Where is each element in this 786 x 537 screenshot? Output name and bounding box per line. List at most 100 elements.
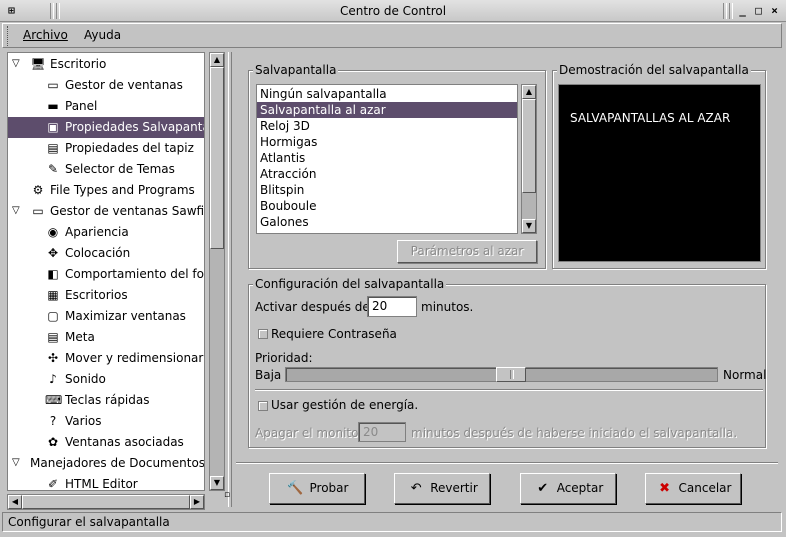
tree-item-12[interactable]: ▢ Maximizar ventanas — [8, 306, 204, 327]
title-bar[interactable]: ⊞ Centro de Control _ □ × — [0, 0, 786, 22]
tree-item-11[interactable]: ▦ Escritorios — [8, 285, 204, 306]
cancel-button[interactable]: ✖ Cancelar — [645, 473, 741, 504]
tree-item-15[interactable]: ♪ Sonido — [8, 369, 204, 390]
maximize-icon[interactable]: □ — [751, 3, 766, 18]
tree-item-16[interactable]: ⌨ Teclas rápidas — [8, 390, 204, 411]
screensaver-list-item[interactable]: Salvapantalla al azar — [257, 102, 517, 118]
ok-button-label: Aceptar — [556, 481, 604, 495]
move-resize-icon: ✣ — [47, 351, 59, 365]
screensaver-list-scrollbar[interactable]: ▲ ▼ — [521, 84, 537, 234]
pane-divider[interactable] — [228, 52, 232, 507]
tree-item-label: Varios — [65, 414, 102, 428]
tree-item-10[interactable]: ◧ Comportamiento del foco — [8, 264, 205, 285]
expander-icon[interactable]: ▽ — [12, 457, 20, 468]
tree-item-20[interactable]: ✐ HTML Editor — [8, 474, 204, 490]
screensaver-list-item[interactable]: Ningún salvapantalla — [257, 86, 517, 102]
screensaver-list-item[interactable]: Hormigas — [257, 134, 517, 150]
priority-low-label: Baja — [255, 368, 282, 382]
screensaver-list-scroll-thumb[interactable] — [522, 99, 536, 193]
wallpaper-icon: ▤ — [47, 141, 59, 155]
screensaver-list-item[interactable]: Galones — [257, 214, 517, 230]
tree-item-7[interactable]: ▽ ▭ Gestor de ventanas Sawfish — [8, 201, 204, 222]
screensaver-list-item[interactable]: Blitspin — [257, 182, 517, 198]
random-params-button[interactable]: Parámetros al azar — [397, 240, 537, 263]
require-password-checkbox[interactable] — [258, 329, 268, 339]
scroll-left-icon[interactable]: ◀ — [8, 495, 22, 509]
sawfish-icon: ▭ — [32, 204, 44, 218]
tree-item-0[interactable]: ▽ 🖥 Escritorio — [8, 54, 204, 75]
screensaver-list-item[interactable]: Atracción — [257, 166, 517, 182]
title-bar-groove — [729, 3, 733, 19]
activate-minutes-input[interactable]: 20 — [367, 296, 417, 317]
tree-item-label: File Types and Programs — [50, 183, 195, 197]
tree-item-label: Panel — [65, 99, 98, 113]
monitor-off-minutes-input[interactable]: 20 — [358, 422, 406, 442]
sidebar-horizontal-scrollbar[interactable]: ◀ ▶ — [7, 494, 205, 510]
window-manager-icon: ▭ — [47, 78, 59, 92]
tree-item-label: Ventanas asociadas — [65, 435, 184, 449]
ok-button[interactable]: ✔ Aceptar — [520, 473, 616, 504]
power-management-label[interactable]: Usar gestión de energía. — [271, 398, 418, 412]
sidebar-vertical-scrollbar[interactable]: ▲ ▼ — [209, 52, 225, 491]
test-button-label: Probar — [309, 481, 349, 495]
shortcuts-icon: ⌨ — [45, 393, 63, 407]
tree-item-13[interactable]: ▤ Meta — [8, 327, 204, 348]
tree-item-14[interactable]: ✣ Mover y redimensionar — [8, 348, 204, 369]
tree-item-3[interactable]: ▣ Propiedades Salvapantallas — [8, 117, 204, 138]
screensaver-list-item[interactable]: BSoD — [257, 230, 517, 233]
tree-item-6[interactable]: ⚙ File Types and Programs — [8, 180, 204, 201]
menu-archivo[interactable]: Archivo — [23, 28, 68, 42]
screensaver-list-item[interactable]: Atlantis — [257, 150, 517, 166]
priority-slider-thumb[interactable] — [496, 367, 526, 382]
screensaver-list[interactable]: Ningún salvapantalla Salvapantalla al aza… — [256, 84, 518, 234]
tree-item-18[interactable]: ✿ Ventanas asociadas — [8, 432, 204, 453]
minimize-icon[interactable]: _ — [735, 3, 750, 18]
appearance-icon: ◉ — [47, 225, 59, 239]
placement-icon: ✥ — [47, 246, 59, 260]
pane-resize-grip-icon[interactable]: ▫ — [224, 490, 234, 500]
tree-item-19[interactable]: ▽ Manejadores de Documentos — [8, 453, 204, 474]
tree-item-label: Colocación — [65, 246, 131, 260]
tree-item-8[interactable]: ◉ Apariencia — [8, 222, 204, 243]
scroll-up-icon[interactable]: ▲ — [522, 85, 536, 99]
scroll-right-icon[interactable]: ▶ — [190, 495, 204, 509]
screensaver-list-item[interactable]: Bouboule — [257, 198, 517, 214]
tree-item-label: Propiedades del tapiz — [65, 141, 194, 155]
close-icon[interactable]: × — [767, 3, 782, 18]
test-button[interactable]: 🔨 Probar — [269, 473, 365, 504]
tree-item-label: Sonido — [65, 372, 106, 386]
revert-icon: ↶ — [410, 481, 422, 496]
tree-item-label: Escritorio — [50, 57, 107, 71]
power-management-checkbox[interactable] — [258, 401, 268, 411]
tree-item-4[interactable]: ▤ Propiedades del tapiz — [8, 138, 204, 159]
priority-label: Prioridad: — [255, 351, 313, 365]
tree-item-17[interactable]: ? Varios — [8, 411, 204, 432]
tree-item-5[interactable]: ✎ Selector de Temas — [8, 159, 204, 180]
panel-icon: ▬ — [47, 99, 59, 113]
cancel-button-label: Cancelar — [678, 481, 732, 495]
sidebar-scroll-thumb[interactable] — [210, 67, 224, 249]
require-password-label[interactable]: Requiere Contraseña — [271, 327, 397, 341]
screensaver-list-item[interactable]: Reloj 3D — [257, 118, 517, 134]
screensaver-frame-title: Salvapantalla — [253, 63, 339, 77]
expander-icon[interactable]: ▽ — [12, 205, 20, 216]
scroll-down-icon[interactable]: ▼ — [522, 219, 536, 233]
menubar-grip-handle[interactable] — [7, 26, 13, 46]
activate-after-label: Activar después de — [255, 300, 370, 314]
scroll-up-icon[interactable]: ▲ — [210, 53, 224, 67]
tree-item-label: Maximizar ventanas — [65, 309, 186, 323]
tree-item-2[interactable]: ▬ Panel — [8, 96, 204, 117]
sidebar-hscroll-thumb[interactable] — [22, 495, 190, 509]
activate-unit-label: minutos. — [421, 300, 474, 314]
expander-icon[interactable]: ▽ — [12, 58, 20, 69]
revert-button[interactable]: ↶ Revertir — [394, 473, 490, 504]
title-bar-groove — [723, 3, 727, 19]
menu-ayuda[interactable]: Ayuda — [84, 28, 121, 42]
tree-item-9[interactable]: ✥ Colocación — [8, 243, 204, 264]
desktop-icon: 🖥 — [30, 57, 46, 71]
hammer-icon: 🔨 — [287, 481, 304, 496]
tree-item-1[interactable]: ▭ Gestor de ventanas — [8, 75, 204, 96]
scroll-down-icon[interactable]: ▼ — [210, 476, 224, 490]
priority-high-label: Normal — [723, 368, 767, 382]
tree-item-label: Comportamiento del foco — [65, 267, 205, 281]
